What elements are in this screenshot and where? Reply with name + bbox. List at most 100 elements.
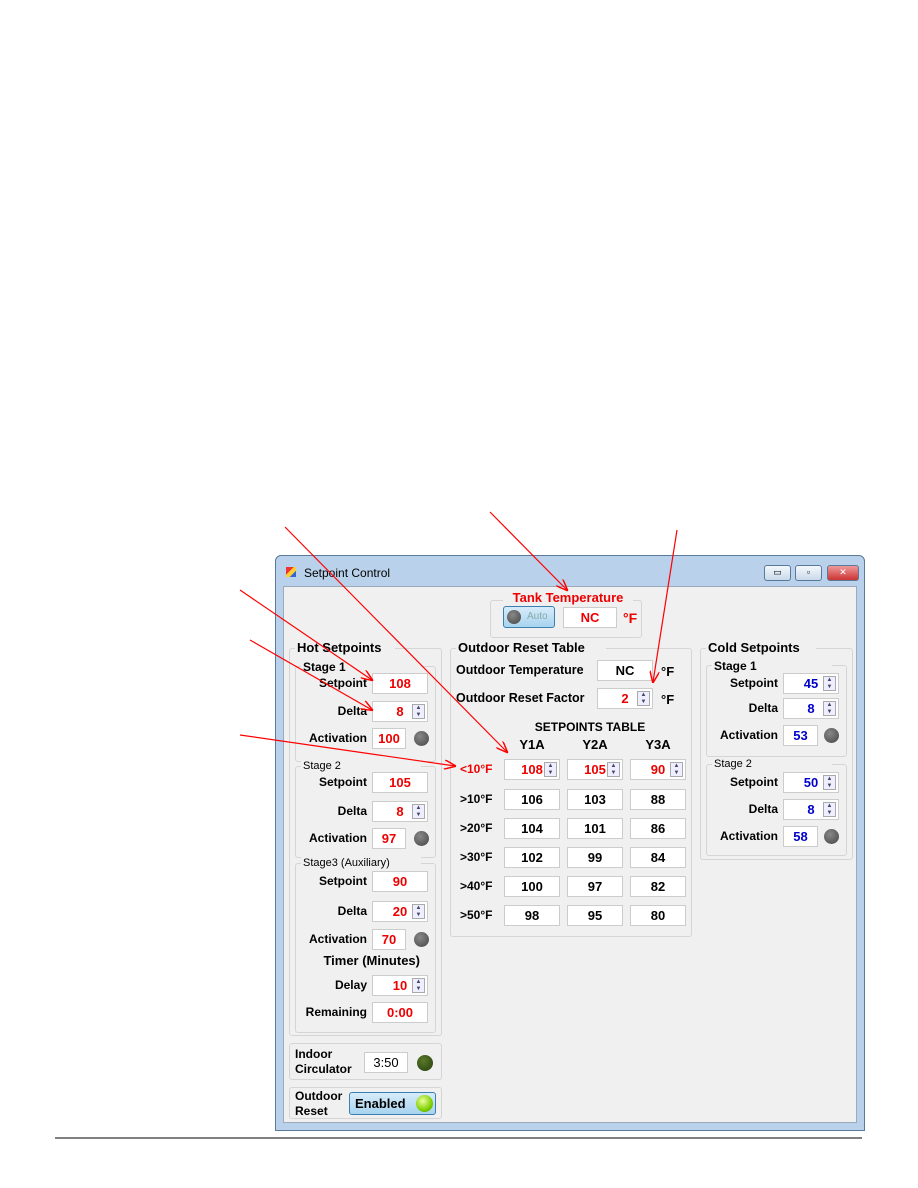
hot-stage3-delta-field[interactable]: 20 ▲ ▼ bbox=[372, 901, 428, 922]
outdoor-reset-label-2: Reset bbox=[295, 1104, 328, 1118]
spin-up-icon[interactable]: ▲ bbox=[413, 805, 424, 812]
spin-up-icon[interactable]: ▲ bbox=[824, 803, 835, 810]
cold-stage1-activation-label: Activation bbox=[719, 728, 778, 742]
minimize-button[interactable]: ▭ bbox=[764, 565, 791, 581]
spinner[interactable]: ▲ ▼ bbox=[823, 802, 836, 817]
spin-up-icon[interactable]: ▲ bbox=[638, 692, 649, 699]
table-cell[interactable]: 101 bbox=[567, 818, 623, 839]
spin-up-icon[interactable]: ▲ bbox=[413, 705, 424, 712]
table-cell[interactable]: 105 ▲ ▼ bbox=[567, 759, 623, 780]
spin-down-icon[interactable]: ▼ bbox=[413, 812, 424, 819]
hot-stage1-setpoint-field[interactable]: 108 bbox=[372, 673, 428, 694]
hot-stage1-activation-field[interactable]: 100 bbox=[372, 728, 406, 749]
table-cell[interactable]: 80 bbox=[630, 905, 686, 926]
cold-stage1-activation-field-value: 53 bbox=[793, 728, 808, 743]
spin-down-icon[interactable]: ▼ bbox=[824, 783, 835, 790]
spin-up-icon[interactable]: ▲ bbox=[824, 776, 835, 783]
cold-stage1-delta-field[interactable]: 8 ▲ ▼ bbox=[783, 698, 839, 719]
remaining-field[interactable]: 0:00 bbox=[372, 1002, 428, 1023]
cold-stage1-title: Stage 1 bbox=[712, 659, 832, 673]
spinner[interactable]: ▲ ▼ bbox=[412, 704, 425, 719]
spin-up-icon[interactable]: ▲ bbox=[545, 763, 556, 770]
hot-stage3-delta-label: Delta bbox=[337, 904, 367, 918]
cold-stage2-activation-field-value: 58 bbox=[793, 829, 808, 844]
spin-up-icon[interactable]: ▲ bbox=[413, 905, 424, 912]
auto-label: Auto bbox=[527, 611, 548, 622]
table-cell[interactable]: 97 bbox=[567, 876, 623, 897]
table-cell[interactable]: 103 bbox=[567, 789, 623, 810]
table-cell[interactable]: 99 bbox=[567, 847, 623, 868]
spin-down-icon[interactable]: ▼ bbox=[824, 709, 835, 716]
outdoor-temperature-label: Outdoor Temperature bbox=[456, 663, 584, 677]
row-label: >50°F bbox=[460, 908, 493, 922]
spin-down-icon[interactable]: ▼ bbox=[608, 770, 619, 777]
cold-stage2-activation-field[interactable]: 58 bbox=[783, 826, 818, 847]
cold-stage2-setpoint-field[interactable]: 50 ▲ ▼ bbox=[783, 772, 839, 793]
table-cell-value: 106 bbox=[521, 792, 543, 807]
table-cell-value: 97 bbox=[587, 879, 603, 894]
cold-stage1-activation-field[interactable]: 53 bbox=[783, 725, 818, 746]
spinner[interactable]: ▲ ▼ bbox=[412, 904, 425, 919]
spinner[interactable]: ▲ ▼ bbox=[823, 775, 836, 790]
delay-label: Delay bbox=[334, 978, 367, 992]
auto-led-icon bbox=[507, 610, 521, 624]
spin-down-icon[interactable]: ▼ bbox=[413, 986, 424, 993]
spin-down-icon[interactable]: ▼ bbox=[638, 699, 649, 706]
outdoor-temperature-field[interactable]: NC bbox=[597, 660, 653, 681]
enabled-label: Enabled bbox=[355, 1096, 406, 1111]
hot-stage1-delta-field[interactable]: 8 ▲ ▼ bbox=[372, 701, 428, 722]
spinner[interactable]: ▲ ▼ bbox=[412, 978, 425, 993]
hot-stage3-setpoint-label: Setpoint bbox=[319, 874, 367, 888]
table-cell[interactable]: 106 bbox=[504, 789, 560, 810]
spinner[interactable]: ▲ ▼ bbox=[607, 762, 620, 777]
table-cell[interactable]: 102 bbox=[504, 847, 560, 868]
hot-stage3-activation-led-icon bbox=[414, 932, 429, 947]
table-cell[interactable]: 82 bbox=[630, 876, 686, 897]
spin-up-icon[interactable]: ▲ bbox=[671, 763, 682, 770]
delay-field[interactable]: 10 ▲ ▼ bbox=[372, 975, 428, 996]
spinner[interactable]: ▲ ▼ bbox=[412, 804, 425, 819]
close-button[interactable]: ✕ bbox=[827, 565, 859, 581]
table-cell[interactable]: 100 bbox=[504, 876, 560, 897]
spin-down-icon[interactable]: ▼ bbox=[413, 712, 424, 719]
spin-up-icon[interactable]: ▲ bbox=[608, 763, 619, 770]
spinner[interactable]: ▲ ▼ bbox=[823, 676, 836, 691]
table-cell[interactable]: 98 bbox=[504, 905, 560, 926]
hot-stage3-setpoint-field[interactable]: 90 bbox=[372, 871, 428, 892]
cold-stage2-delta-field[interactable]: 8 ▲ ▼ bbox=[783, 799, 839, 820]
spin-down-icon[interactable]: ▼ bbox=[824, 810, 835, 817]
spinner[interactable]: ▲ ▼ bbox=[637, 691, 650, 706]
tank-temperature-field[interactable]: NC bbox=[563, 607, 617, 628]
spin-up-icon[interactable]: ▲ bbox=[824, 702, 835, 709]
table-cell[interactable]: 108 ▲ ▼ bbox=[504, 759, 560, 780]
outdoor-reset-factor-field[interactable]: 2 ▲ ▼ bbox=[597, 688, 653, 709]
spin-up-icon[interactable]: ▲ bbox=[824, 677, 835, 684]
spinner[interactable]: ▲ ▼ bbox=[544, 762, 557, 777]
table-cell[interactable]: 84 bbox=[630, 847, 686, 868]
table-cell[interactable]: 95 bbox=[567, 905, 623, 926]
spin-down-icon[interactable]: ▼ bbox=[413, 912, 424, 919]
table-cell-value: 101 bbox=[584, 821, 606, 836]
timer-title: Timer (Minutes) bbox=[323, 953, 420, 968]
hot-stage2-delta-field[interactable]: 8 ▲ ▼ bbox=[372, 801, 428, 822]
hot-stage2-setpoint-field[interactable]: 105 bbox=[372, 772, 428, 793]
manual-page: Setpoint Control ▭ ▫ ✕ Tank Temperature Auto N… bbox=[0, 0, 918, 1188]
table-cell-value: 80 bbox=[650, 908, 666, 923]
maximize-button[interactable]: ▫ bbox=[795, 565, 822, 581]
table-cell[interactable]: 104 bbox=[504, 818, 560, 839]
table-cell-value: 84 bbox=[650, 850, 666, 865]
spin-down-icon[interactable]: ▼ bbox=[824, 684, 835, 691]
spin-down-icon[interactable]: ▼ bbox=[545, 770, 556, 777]
hot-stage2-setpoint-label: Setpoint bbox=[319, 775, 367, 789]
hot-stage1-setpoint-field-value: 108 bbox=[389, 676, 411, 691]
indoor-circulator-timer-value: 3:50 bbox=[373, 1055, 399, 1070]
spinner[interactable]: ▲ ▼ bbox=[823, 701, 836, 716]
spin-up-icon[interactable]: ▲ bbox=[413, 979, 424, 986]
hot-stage2-activation-field[interactable]: 97 bbox=[372, 828, 406, 849]
column-header-y2a: Y2A bbox=[582, 737, 608, 752]
cold-stage1-setpoint-field[interactable]: 45 ▲ ▼ bbox=[783, 673, 839, 694]
indoor-circulator-timer[interactable]: 3:50 bbox=[364, 1052, 408, 1073]
hot-stage3-activation-field[interactable]: 70 bbox=[372, 929, 406, 950]
hot-setpoints-title: Hot Setpoints bbox=[295, 640, 395, 656]
hot-stage2-activation-led-icon bbox=[414, 831, 429, 846]
